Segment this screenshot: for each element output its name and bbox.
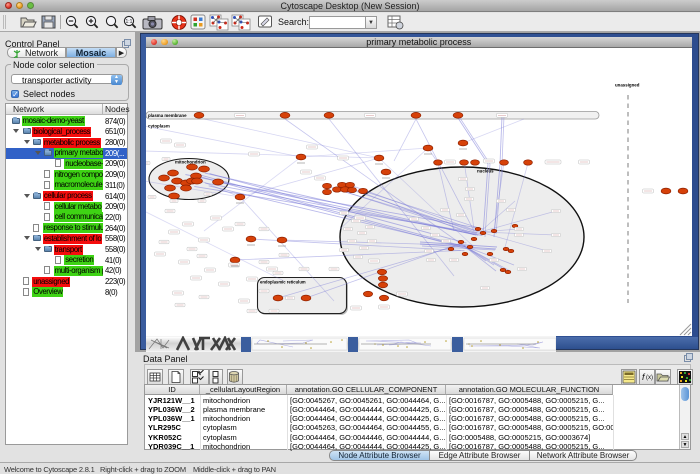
svg-text:(x): (x) [646, 375, 653, 381]
svg-text:nucleus: nucleus [477, 169, 494, 174]
svg-text:mitochondrion: mitochondrion [175, 160, 206, 165]
svg-text:cytoplasm: cytoplasm [148, 124, 170, 129]
svg-text:1:1: 1:1 [126, 19, 133, 25]
svg-text:endoplasmic reticulum: endoplasmic reticulum [260, 280, 306, 285]
svg-text:plasma membrane: plasma membrane [148, 113, 187, 118]
svg-text:unassigned: unassigned [615, 83, 640, 88]
